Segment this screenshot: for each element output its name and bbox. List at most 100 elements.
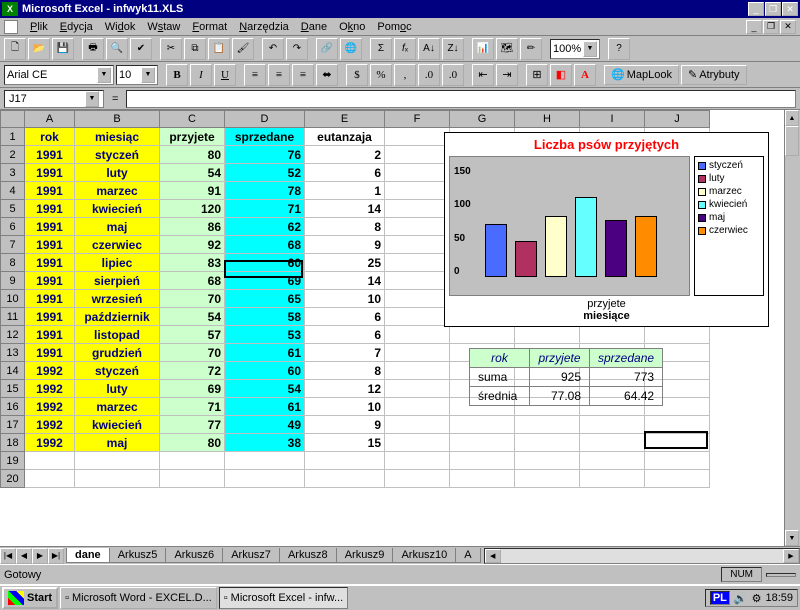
cell-G12[interactable]: [450, 326, 515, 344]
cell-E9[interactable]: 14: [305, 272, 385, 290]
tray-icon[interactable]: 🔊: [734, 592, 748, 605]
scroll-left-button[interactable]: ◀: [485, 549, 501, 563]
align-right-button[interactable]: ≡: [292, 64, 314, 86]
cell-A19[interactable]: [25, 452, 75, 470]
cell-C14[interactable]: 72: [160, 362, 225, 380]
row-header-10[interactable]: 10: [1, 290, 25, 308]
row-header-9[interactable]: 9: [1, 272, 25, 290]
row-header-14[interactable]: 14: [1, 362, 25, 380]
cell-E3[interactable]: 6: [305, 164, 385, 182]
cell-B9[interactable]: sierpień: [75, 272, 160, 290]
undo-button[interactable]: ↶: [262, 38, 284, 60]
help-button[interactable]: ?: [608, 38, 630, 60]
cell-B1[interactable]: miesiąc: [75, 128, 160, 146]
cell-A18[interactable]: 1992: [25, 434, 75, 452]
cell-B4[interactable]: marzec: [75, 182, 160, 200]
cell-J19[interactable]: [645, 452, 710, 470]
sheet-tab-Arkusz7[interactable]: Arkusz7: [222, 548, 280, 563]
cell-D12[interactable]: 53: [225, 326, 305, 344]
cell-D3[interactable]: 52: [225, 164, 305, 182]
menu-pomoc[interactable]: Pomoc: [371, 20, 417, 34]
cell-J17[interactable]: [645, 416, 710, 434]
tab-nav-prev[interactable]: ◀: [16, 548, 32, 564]
close-button[interactable]: ✕: [782, 2, 798, 16]
atrybuty-button[interactable]: ✎ Atrybuty: [681, 65, 747, 85]
merge-center-button[interactable]: ⬌: [316, 64, 338, 86]
start-button[interactable]: Start: [2, 587, 58, 609]
menu-okno[interactable]: Okno: [333, 20, 371, 34]
cell-J18[interactable]: [645, 434, 710, 452]
cell-D4[interactable]: 78: [225, 182, 305, 200]
col-header-C[interactable]: C: [160, 111, 225, 128]
col-header-J[interactable]: J: [645, 111, 710, 128]
scroll-thumb[interactable]: [785, 126, 799, 156]
cell-D6[interactable]: 62: [225, 218, 305, 236]
sheet-tab-Arkusz6[interactable]: Arkusz6: [165, 548, 223, 563]
redo-button[interactable]: ↷: [286, 38, 308, 60]
tab-nav-next[interactable]: ▶: [32, 548, 48, 564]
cell-D14[interactable]: 60: [225, 362, 305, 380]
cell-F6[interactable]: [385, 218, 450, 236]
comma-button[interactable]: ,: [394, 64, 416, 86]
cell-A12[interactable]: 1991: [25, 326, 75, 344]
cell-C13[interactable]: 70: [160, 344, 225, 362]
cell-A4[interactable]: 1991: [25, 182, 75, 200]
cell-D19[interactable]: [225, 452, 305, 470]
cell-B10[interactable]: wrzesień: [75, 290, 160, 308]
system-tray[interactable]: PL 🔊 ⚙ 18:59: [705, 589, 798, 607]
cell-J12[interactable]: [645, 326, 710, 344]
taskbar-task[interactable]: ▫Microsoft Excel - infw...: [219, 587, 348, 609]
taskbar-task[interactable]: ▫Microsoft Word - EXCEL.D...: [60, 587, 217, 609]
cell-A16[interactable]: 1992: [25, 398, 75, 416]
row-header-8[interactable]: 8: [1, 254, 25, 272]
cell-C7[interactable]: 92: [160, 236, 225, 254]
menu-narzędzia[interactable]: Narzędzia: [233, 20, 295, 34]
cell-C15[interactable]: 69: [160, 380, 225, 398]
tab-nav-first[interactable]: |◀: [0, 548, 16, 564]
cell-C3[interactable]: 54: [160, 164, 225, 182]
save-button[interactable]: 💾: [52, 38, 74, 60]
align-left-button[interactable]: ≡: [244, 64, 266, 86]
percent-button[interactable]: %: [370, 64, 392, 86]
cell-C5[interactable]: 120: [160, 200, 225, 218]
italic-button[interactable]: I: [190, 64, 212, 86]
cell-H20[interactable]: [515, 470, 580, 488]
fontsize-combo[interactable]: 10▼: [116, 65, 158, 85]
cell-A5[interactable]: 1991: [25, 200, 75, 218]
cut-button[interactable]: ✂: [160, 38, 182, 60]
sheet-tab-A[interactable]: A: [455, 548, 480, 563]
cell-E13[interactable]: 7: [305, 344, 385, 362]
cell-A8[interactable]: 1991: [25, 254, 75, 272]
cell-F20[interactable]: [385, 470, 450, 488]
cell-A9[interactable]: 1991: [25, 272, 75, 290]
cell-D11[interactable]: 58: [225, 308, 305, 326]
cell-H12[interactable]: [515, 326, 580, 344]
col-header-E[interactable]: E: [305, 111, 385, 128]
cell-B12[interactable]: listopad: [75, 326, 160, 344]
tab-nav-last[interactable]: ▶|: [48, 548, 64, 564]
summary-header-sprzedane[interactable]: sprzedane: [590, 349, 663, 368]
cell-F19[interactable]: [385, 452, 450, 470]
cell-F5[interactable]: [385, 200, 450, 218]
sheet-tab-dane[interactable]: dane: [66, 548, 110, 563]
cell-C12[interactable]: 57: [160, 326, 225, 344]
cell-H18[interactable]: [515, 434, 580, 452]
currency-button[interactable]: $: [346, 64, 368, 86]
cell-E17[interactable]: 9: [305, 416, 385, 434]
tray-lang[interactable]: PL: [710, 591, 730, 605]
web-toolbar-button[interactable]: 🌐: [340, 38, 362, 60]
cell-A14[interactable]: 1992: [25, 362, 75, 380]
cell-E1[interactable]: eutanzaja: [305, 128, 385, 146]
cell-C17[interactable]: 77: [160, 416, 225, 434]
cell-C16[interactable]: 71: [160, 398, 225, 416]
cell-A2[interactable]: 1991: [25, 146, 75, 164]
font-combo[interactable]: Arial CE▼: [4, 65, 114, 85]
print-button[interactable]: 🖶: [82, 38, 104, 60]
cell-B14[interactable]: styczeń: [75, 362, 160, 380]
row-header-5[interactable]: 5: [1, 200, 25, 218]
cell-D13[interactable]: 61: [225, 344, 305, 362]
row-header-20[interactable]: 20: [1, 470, 25, 488]
cell-G18[interactable]: [450, 434, 515, 452]
cell-B17[interactable]: kwiecień: [75, 416, 160, 434]
menu-dane[interactable]: Dane: [295, 20, 333, 34]
